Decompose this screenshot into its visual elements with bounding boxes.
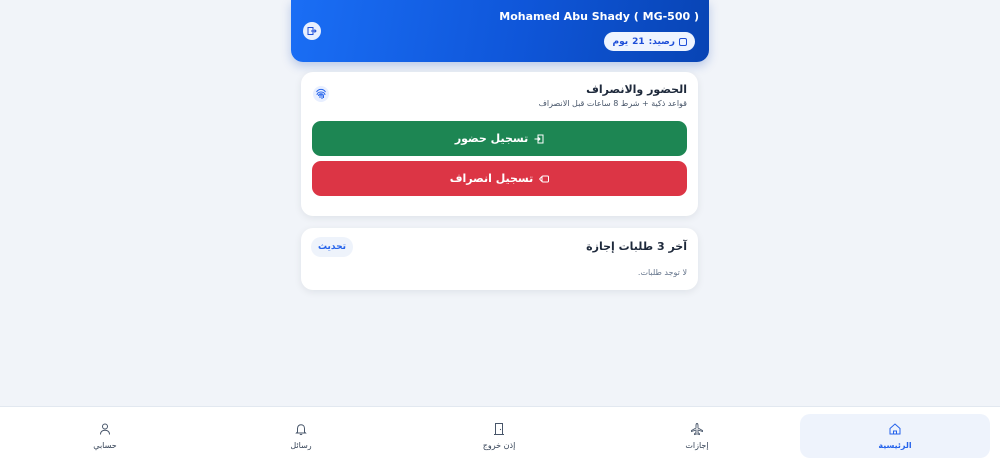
- calendar-icon: [679, 37, 687, 46]
- balance-value: 21: [632, 36, 645, 47]
- logout-icon: [307, 27, 317, 35]
- balance-badge: رصيد: 21 يوم: [604, 32, 695, 51]
- leave-requests-card: آخر 3 طلبات إجازة تحديث لا توجد طلبات.: [301, 228, 698, 290]
- user-name: Mohamed Abu Shady ( MG-500 ): [499, 10, 699, 23]
- login-icon: [534, 134, 544, 143]
- balance-label: رصيد:: [648, 36, 675, 47]
- check-out-button[interactable]: تسجيل انصراف: [312, 161, 687, 196]
- home-icon: [889, 423, 901, 435]
- nav-item-label: حسابي: [93, 441, 117, 450]
- nav-item-account[interactable]: حسابي: [10, 414, 200, 458]
- refresh-button[interactable]: تحديث: [311, 237, 353, 257]
- attendance-subtitle: قواعد ذكية + شرط 8 ساعات قبل الانصراف: [538, 99, 687, 108]
- bell-icon: [295, 424, 307, 436]
- nav-item-home[interactable]: الرئيسية: [800, 414, 990, 458]
- check-out-label: تسجيل انصراف: [449, 172, 534, 185]
- nav-item-label: رسائل: [290, 441, 312, 450]
- user-icon: [100, 423, 110, 435]
- attendance-title: الحضور والانصراف: [586, 83, 687, 96]
- fingerprint-icon: [313, 86, 329, 102]
- check-in-label: تسجيل حضور: [454, 132, 529, 145]
- check-in-button[interactable]: تسجيل حضور: [312, 121, 687, 156]
- leave-requests-title: آخر 3 طلبات إجازة: [586, 240, 687, 253]
- plane-icon: [691, 423, 703, 436]
- nav-item-exit-permit[interactable]: إذن خروج: [404, 414, 594, 458]
- empty-state-text: لا توجد طلبات.: [637, 268, 687, 277]
- nav-item-messages[interactable]: رسائل: [206, 414, 396, 458]
- attendance-card: الحضور والانصراف قواعد ذكية + شرط 8 ساعا…: [301, 72, 698, 216]
- logout-button[interactable]: [303, 22, 321, 40]
- nav-item-label: إذن خروج: [482, 441, 516, 450]
- nav-item-label: الرئيسية: [878, 441, 912, 450]
- door-icon: [494, 423, 504, 435]
- user-header: Mohamed Abu Shady ( MG-500 ) رصيد: 21 يو…: [291, 0, 709, 62]
- nav-item-label: إجازات: [685, 441, 709, 450]
- bottom-navigation: الرئيسية إجازات إذن خروج رسائل حسابي: [0, 406, 1000, 469]
- balance-unit: يوم: [612, 36, 629, 47]
- logout-icon: [539, 175, 550, 182]
- nav-item-leaves[interactable]: إجازات: [602, 414, 792, 458]
